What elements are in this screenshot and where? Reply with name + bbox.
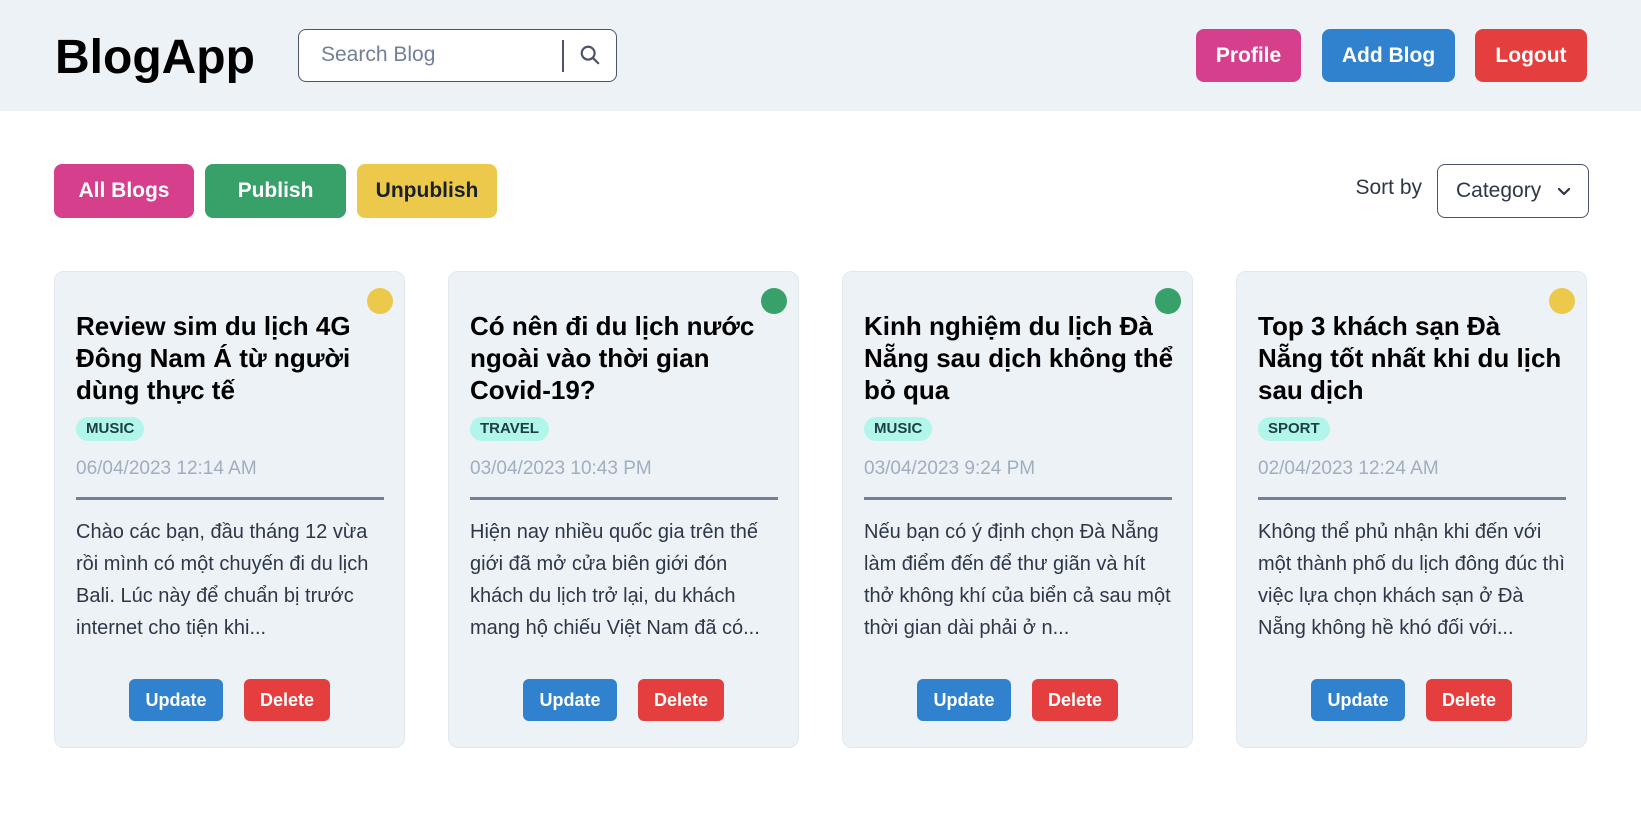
delete-button[interactable]: Delete	[638, 679, 724, 721]
category-badge: TRAVEL	[470, 417, 549, 441]
blog-title: Review sim du lịch 4G Đông Nam Á từ ngườ…	[76, 311, 351, 405]
filter-publish-button[interactable]: Publish	[205, 164, 346, 218]
update-button[interactable]: Update	[917, 679, 1011, 721]
blog-excerpt: Chào các bạn, đầu tháng 12 vừa rồi mình …	[76, 521, 369, 639]
blog-title: Có nên đi du lịch nước ngoài vào thời gi…	[470, 311, 755, 405]
delete-button[interactable]: Delete	[1426, 679, 1512, 721]
search-icon	[580, 45, 600, 65]
search-divider	[562, 40, 564, 72]
blog-excerpt: Nếu bạn có ý định chọn Đà Nẵng làm điểm …	[864, 521, 1171, 639]
sort-label: Sort by	[1355, 176, 1422, 199]
delete-button[interactable]: Delete	[244, 679, 330, 721]
update-button[interactable]: Update	[129, 679, 223, 721]
search-bar	[298, 29, 617, 82]
card-divider	[864, 497, 1172, 500]
sort-select[interactable]: Category	[1437, 164, 1589, 218]
update-button[interactable]: Update	[1311, 679, 1405, 721]
blog-excerpt: Hiện nay nhiều quốc gia trên thế giới đã…	[470, 521, 760, 639]
blog-title: Kinh nghiệm du lịch Đà Nẵng sau dịch khô…	[864, 311, 1174, 405]
blog-card: Review sim du lịch 4G Đông Nam Á từ ngườ…	[54, 271, 405, 748]
blog-card: Kinh nghiệm du lịch Đà Nẵng sau dịch khô…	[842, 271, 1193, 748]
search-input[interactable]	[301, 32, 563, 78]
profile-button[interactable]: Profile	[1196, 29, 1301, 82]
blog-card: Top 3 khách sạn Đà Nẵng tốt nhất khi du …	[1236, 271, 1587, 748]
sort-selected-value: Category	[1456, 179, 1542, 202]
add-blog-button[interactable]: Add Blog	[1322, 29, 1455, 82]
search-button[interactable]	[565, 32, 615, 78]
category-badge: SPORT	[1258, 417, 1330, 441]
card-divider	[1258, 497, 1566, 500]
top-navbar: BlogApp Profile Add Blog Logout	[0, 0, 1641, 111]
blog-date: 02/04/2023 12:24 AM	[1258, 458, 1439, 479]
blog-card: Có nên đi du lịch nước ngoài vào thời gi…	[448, 271, 799, 748]
logout-button[interactable]: Logout	[1475, 29, 1587, 82]
chevron-down-icon	[1557, 187, 1571, 196]
blog-date: 03/04/2023 9:24 PM	[864, 458, 1036, 479]
filter-all-blogs-button[interactable]: All Blogs	[54, 164, 194, 218]
blog-date: 06/04/2023 12:14 AM	[76, 458, 257, 479]
blog-date: 03/04/2023 10:43 PM	[470, 458, 652, 479]
delete-button[interactable]: Delete	[1032, 679, 1118, 721]
card-divider	[470, 497, 778, 500]
category-badge: MUSIC	[864, 417, 933, 441]
update-button[interactable]: Update	[523, 679, 617, 721]
app-logo[interactable]: BlogApp	[55, 30, 255, 86]
category-badge: MUSIC	[76, 417, 145, 441]
blog-title: Top 3 khách sạn Đà Nẵng tốt nhất khi du …	[1258, 311, 1562, 405]
blog-excerpt: Không thể phủ nhận khi đến với một thành…	[1258, 521, 1565, 639]
filter-unpublish-button[interactable]: Unpublish	[357, 164, 497, 218]
card-divider	[76, 497, 384, 500]
